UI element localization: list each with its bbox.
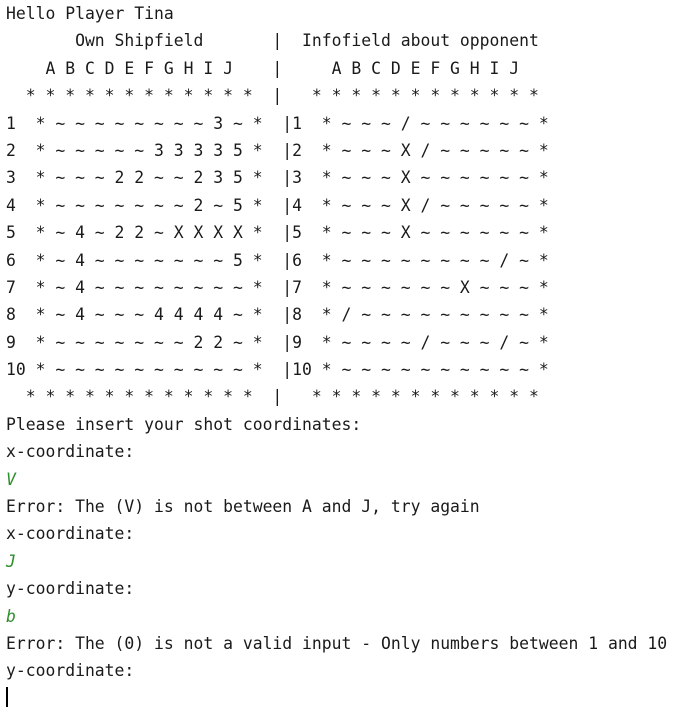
y-coordinate-prompt: y-coordinate: bbox=[6, 661, 135, 681]
board-row-1: 1 * ~ ~ ~ ~ ~ ~ ~ ~ 3 ~ * |1 * ~ ~ ~ / ~… bbox=[6, 113, 549, 133]
board-row-5: 5 * ~ 4 ~ 2 2 ~ X X X X * |5 * ~ ~ ~ X ~… bbox=[6, 223, 549, 243]
board-row-3: 3 * ~ ~ ~ 2 2 ~ ~ 2 3 5 * |3 * ~ ~ ~ X ~… bbox=[6, 168, 549, 188]
board-row-4: 4 * ~ ~ ~ ~ ~ ~ ~ 2 ~ 5 * |4 * ~ ~ ~ X /… bbox=[6, 195, 549, 215]
board-bottom-border-line: * * * * * * * * * * * * | * * * * * * * … bbox=[6, 387, 539, 407]
board-column-letters-line: A B C D E F G H I J | A B C D E F G H I … bbox=[6, 58, 520, 78]
error-message-line: Error: The (0) is not a valid input - On… bbox=[6, 633, 668, 653]
board-row-8: 8 * ~ 4 ~ ~ ~ 4 4 4 4 ~ * |8 * / ~ ~ ~ ~… bbox=[6, 305, 549, 325]
board-row-2: 2 * ~ ~ ~ ~ ~ 3 3 3 3 5 * |2 * ~ ~ ~ X /… bbox=[6, 140, 549, 160]
y-coordinate-prompt: y-coordinate: bbox=[6, 579, 135, 599]
board-top-border-line: * * * * * * * * * * * * | * * * * * * * … bbox=[6, 86, 539, 106]
user-input-line: V bbox=[6, 469, 16, 489]
x-coordinate-prompt: x-coordinate: bbox=[6, 524, 135, 544]
shot-prompt-line: Please insert your shot coordinates: bbox=[6, 414, 362, 434]
text-input-cursor[interactable] bbox=[6, 687, 8, 707]
board-row-7: 7 * ~ 4 ~ ~ ~ ~ ~ ~ ~ ~ * |7 * ~ ~ ~ ~ ~… bbox=[6, 277, 549, 297]
user-input-line: J bbox=[6, 551, 16, 571]
greeting-line: Hello Player Tina bbox=[6, 4, 174, 23]
x-coordinate-prompt: x-coordinate: bbox=[6, 442, 135, 462]
console-output: Hello Player Tina Own Shipfield | Infofi… bbox=[6, 0, 682, 685]
board-row-10: 10 * ~ ~ ~ ~ ~ ~ ~ ~ ~ ~ * |10 * ~ ~ ~ ~… bbox=[6, 360, 549, 380]
board-headers-line: Own Shipfield | Infofield about opponent bbox=[6, 31, 539, 51]
user-input-line: b bbox=[6, 606, 16, 626]
board-row-6: 6 * ~ 4 ~ ~ ~ ~ ~ ~ ~ 5 * |6 * ~ ~ ~ ~ ~… bbox=[6, 250, 549, 270]
error-message-line: Error: The (V) is not between A and J, t… bbox=[6, 497, 480, 517]
board-row-9: 9 * ~ ~ ~ ~ ~ ~ ~ 2 2 ~ * |9 * ~ ~ ~ ~ /… bbox=[6, 332, 549, 352]
